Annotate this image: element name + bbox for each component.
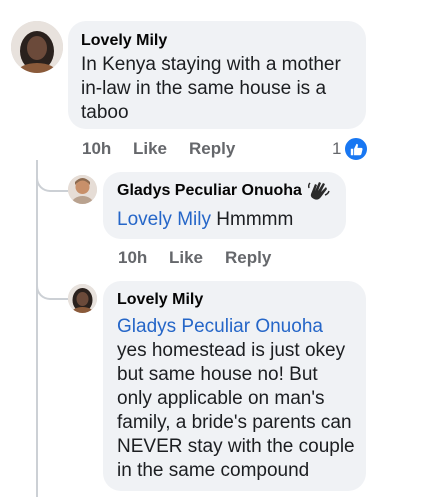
hand-emoji-icon <box>307 180 331 207</box>
reply-text: Gladys Peculiar Onuoha yes homestead is … <box>117 315 365 483</box>
reply-text-line: NEVER stay with the couple <box>117 436 355 457</box>
thread-line-main <box>36 160 38 497</box>
reply-text-line: yes homestead is just okey <box>117 340 346 361</box>
reply-button[interactable]: Reply <box>225 248 271 268</box>
comment-time[interactable]: 10h <box>82 139 111 158</box>
avatar-photo <box>11 21 63 73</box>
reaction-summary[interactable]: 1 <box>332 136 370 162</box>
reply-text-line: but same house no! But <box>117 364 318 385</box>
avatar-lovely-mily[interactable] <box>11 21 63 73</box>
mention-link[interactable]: Gladys Peculiar Onuoha <box>117 315 365 339</box>
reply-bubble-1: Gladys Peculiar Onuoha Lovely Mily Hmmmm <box>103 172 346 239</box>
reply-time[interactable]: 10h <box>118 248 147 268</box>
comment-text: In Kenya staying with a mother in-law in… <box>81 53 361 125</box>
avatar-gladys[interactable] <box>68 175 97 204</box>
reaction-count: 1 <box>332 139 342 158</box>
comment-author[interactable]: Lovely Mily <box>81 32 167 50</box>
reply-text-line: only applicable on man's <box>117 388 325 409</box>
reply-author[interactable]: Gladys Peculiar Onuoha <box>117 182 302 200</box>
like-button[interactable]: Like <box>133 139 167 159</box>
thread-connector-reply2 <box>36 276 68 300</box>
comment-text-line: taboo <box>81 102 129 123</box>
avatar-photo <box>68 284 97 313</box>
reply-bubble-2: Lovely Mily Gladys Peculiar Onuoha yes h… <box>103 281 366 491</box>
reply-author[interactable]: Lovely Mily <box>117 291 203 309</box>
comment-bubble-1: Lovely Mily In Kenya staying with a moth… <box>68 21 366 129</box>
comment-text-line: in-law in the same house is a <box>81 78 327 99</box>
reply-button[interactable]: Reply <box>189 139 235 159</box>
thumbs-up-icon <box>343 136 370 162</box>
avatar-photo <box>68 175 97 204</box>
thread-connector-reply1 <box>36 168 68 192</box>
avatar-lovely-mily-small[interactable] <box>68 284 97 313</box>
mention-link[interactable]: Lovely Mily <box>117 209 211 230</box>
reply-body: Hmmmm <box>216 209 294 230</box>
comment-actions-1: 10h <box>82 139 111 159</box>
like-button[interactable]: Like <box>169 248 203 268</box>
reply-text: Lovely Mily Hmmmm <box>117 208 293 232</box>
reply-text-line: in the same compound <box>117 460 310 481</box>
reply-text-line: family, a bride's parents can <box>117 412 352 433</box>
comment-text-line: In Kenya staying with a mother <box>81 54 341 75</box>
